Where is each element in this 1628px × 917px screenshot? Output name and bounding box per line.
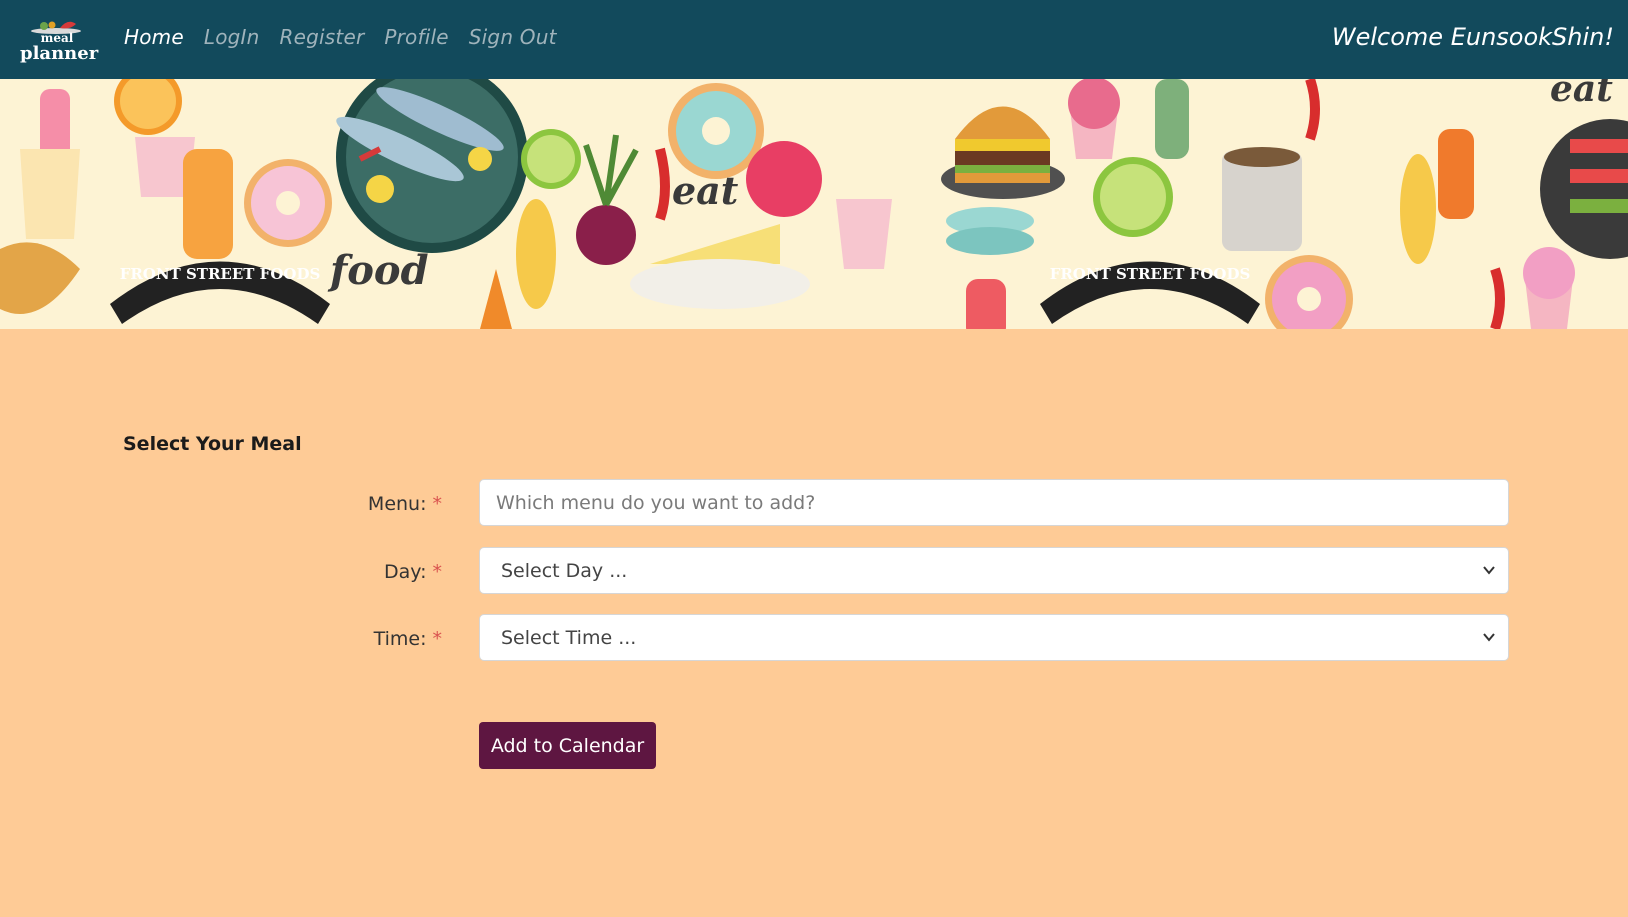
chevron-down-icon: [1483, 566, 1495, 575]
food-banner-image: FRONT STREET FOODS FRONT STREET FOODS fo…: [0, 79, 1628, 329]
nav-sign-out[interactable]: Sign Out: [469, 22, 557, 52]
meal-planner-logo[interactable]: meal planner: [20, 8, 99, 68]
svg-text:FRONT STREET FOODS: FRONT STREET FOODS: [1050, 265, 1251, 283]
logo-planner-text: planner: [20, 43, 99, 64]
menu-label: Menu: *: [367, 493, 443, 515]
nav-register[interactable]: Register: [280, 22, 365, 52]
add-to-calendar-button[interactable]: Add to Calendar: [479, 722, 656, 769]
svg-text:FRONT STREET FOODS: FRONT STREET FOODS: [120, 265, 321, 283]
banner-eat-text: eat: [672, 168, 739, 213]
nav-links: Home LogIn Register Profile Sign Out: [124, 22, 577, 52]
required-marker: *: [432, 561, 443, 583]
day-label: Day: *: [383, 561, 443, 583]
form-title: Select Your Meal: [123, 433, 302, 455]
navbar: meal planner Home LogIn Register Profile…: [0, 0, 1628, 79]
menu-placeholder: Which menu do you want to add?: [496, 491, 816, 514]
chevron-down-icon: [1483, 633, 1495, 642]
day-select[interactable]: Select Day ...: [479, 547, 1509, 594]
banner-eat-text-right: eat: [1550, 79, 1613, 110]
time-select[interactable]: Select Time ...: [479, 614, 1509, 661]
time-selected-value: Select Time ...: [501, 626, 637, 649]
required-marker: *: [432, 628, 443, 650]
day-selected-value: Select Day ...: [501, 559, 628, 582]
menu-input[interactable]: Which menu do you want to add?: [479, 479, 1509, 526]
time-label: Time: *: [373, 628, 443, 650]
food-illustration: FRONT STREET FOODS FRONT STREET FOODS fo…: [0, 79, 1628, 329]
nav-profile[interactable]: Profile: [384, 22, 448, 52]
nav-login[interactable]: LogIn: [204, 22, 260, 52]
required-marker: *: [432, 493, 443, 515]
banner-food-text: food: [327, 247, 429, 294]
welcome-message: Welcome EunsookShin!: [1331, 23, 1614, 51]
nav-home[interactable]: Home: [124, 22, 184, 52]
